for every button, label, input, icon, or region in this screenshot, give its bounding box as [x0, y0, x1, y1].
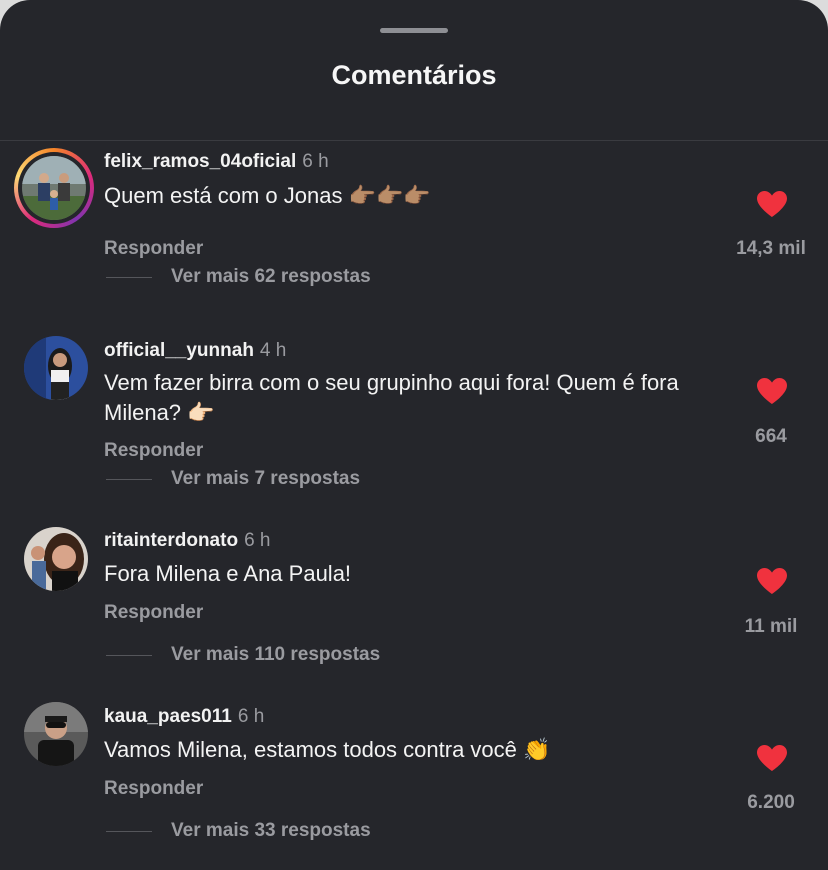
- man-photo-avatar-icon: [24, 702, 88, 766]
- replies-divider: [106, 277, 152, 278]
- comment-text: Vamos Milena, estamos todos contra você …: [104, 737, 551, 762]
- comment-time: 4 h: [259, 340, 287, 361]
- view-more-replies-button[interactable]: Ver mais 62 respostas: [171, 266, 371, 288]
- selfie-photo-avatar-icon: [24, 527, 88, 591]
- replies-divider: [106, 479, 152, 480]
- view-more-replies-button[interactable]: Ver mais 7 respostas: [171, 468, 360, 490]
- woman-photo-avatar-icon: [24, 336, 88, 400]
- view-more-replies-button[interactable]: Ver mais 110 respostas: [171, 644, 380, 666]
- comment-time: 6 h: [237, 706, 265, 727]
- replies-divider: [106, 655, 152, 656]
- family-photo-avatar-icon: [22, 156, 86, 220]
- heart-icon[interactable]: [756, 744, 788, 772]
- reply-button[interactable]: Responder: [104, 778, 203, 800]
- like-count: 14,3 mil: [736, 238, 806, 259]
- comment-text: Vem fazer birra com o seu grupinho aqui …: [104, 370, 679, 425]
- avatar[interactable]: [24, 527, 88, 591]
- reply-button[interactable]: Responder: [104, 602, 203, 624]
- comment-time: 6 h: [244, 530, 271, 551]
- comments-sheet: Comentários felix_ramos_04oficial 6 h Qu…: [0, 0, 828, 870]
- avatar[interactable]: [24, 702, 88, 766]
- heart-icon[interactable]: [756, 190, 788, 218]
- heart-icon[interactable]: [756, 377, 788, 405]
- comment-item: kaua_paes011 6 h Vamos Milena, estamos to…: [0, 0, 828, 841]
- comment-username[interactable]: ritainterdonato: [104, 530, 238, 551]
- avatar[interactable]: [24, 336, 88, 400]
- comment-username[interactable]: official__yunnah: [104, 340, 254, 361]
- comment-username[interactable]: kaua_paes011: [104, 706, 232, 727]
- heart-icon[interactable]: [756, 567, 788, 595]
- reply-button[interactable]: Responder: [104, 440, 203, 462]
- like-count: 6.200: [747, 792, 795, 813]
- like-count: 664: [755, 426, 787, 447]
- like-count: 11 mil: [744, 616, 798, 637]
- view-more-replies-button[interactable]: Ver mais 33 respostas: [171, 820, 371, 842]
- replies-divider: [106, 831, 152, 832]
- avatar[interactable]: [14, 148, 94, 228]
- comment-text: Quem está com o Jonas 👉🏽👉🏽👉🏽: [104, 183, 431, 208]
- comment-text: Fora Milena e Ana Paula!: [104, 561, 352, 586]
- reply-button[interactable]: Responder: [104, 238, 203, 260]
